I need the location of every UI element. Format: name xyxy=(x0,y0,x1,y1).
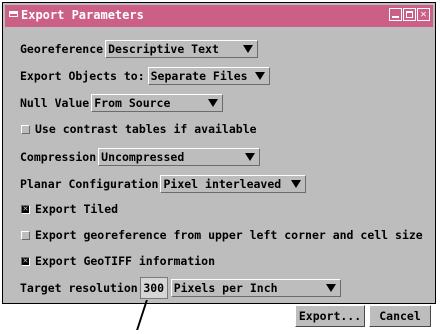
export-georeference-option[interactable]: Export georeference from upper left corn… xyxy=(17,225,423,245)
title-bar[interactable]: Export Parameters ✕ xyxy=(5,5,433,27)
callout-pointer xyxy=(136,300,148,330)
window-menu-icon[interactable] xyxy=(9,11,18,17)
contrast-option[interactable]: Use contrast tables if available xyxy=(17,119,257,139)
dropdown-arrow-icon[interactable] xyxy=(241,43,255,55)
export-tiled-option[interactable]: ✕ Export Tiled xyxy=(17,199,118,219)
resolution-unit-select[interactable]: Pixels per Inch xyxy=(170,279,341,297)
resolution-unit-value: Pixels per Inch xyxy=(173,281,278,295)
null-value-label: Null Value xyxy=(20,96,90,110)
checkbox-icon[interactable] xyxy=(21,230,30,240)
dropdown-arrow-icon[interactable] xyxy=(324,282,338,294)
null-value-value: From Source xyxy=(94,96,171,110)
dropdown-arrow-icon[interactable] xyxy=(289,178,303,190)
export-geotiff-label: Export GeoTIFF information xyxy=(35,254,216,268)
close-icon[interactable]: ✕ xyxy=(417,8,430,21)
export-geotiff-option[interactable]: ✕ Export GeoTIFF information xyxy=(17,251,215,271)
dropdown-arrow-icon[interactable] xyxy=(243,151,257,163)
planar-configuration-value: Pixel interleaved xyxy=(163,177,282,191)
maximize-icon[interactable] xyxy=(403,8,416,21)
target-resolution-row: Target resolution 300 Pixels per Inch xyxy=(20,277,341,299)
export-georeference-label: Export georeference from upper left corn… xyxy=(35,228,423,242)
null-value-row: Null Value From Source xyxy=(20,93,224,113)
target-resolution-label: Target resolution xyxy=(20,281,138,295)
minimize-icon[interactable] xyxy=(389,8,402,21)
dropdown-arrow-icon[interactable] xyxy=(253,70,267,82)
compression-value: Uncompressed xyxy=(101,150,185,164)
target-resolution-input[interactable]: 300 xyxy=(139,277,168,299)
georeference-value: Descriptive Text xyxy=(108,42,219,56)
planar-configuration-row: Planar Configuration Pixel interleaved xyxy=(20,174,307,194)
compression-label: Compression xyxy=(20,150,97,164)
compression-select[interactable]: Uncompressed xyxy=(98,148,261,166)
window-title: Export Parameters xyxy=(21,8,144,22)
checkbox-icon[interactable]: ✕ xyxy=(21,256,30,266)
export-objects-label: Export Objects to: xyxy=(20,69,145,83)
export-parameters-dialog: Export Parameters ✕ Georeference Descrip… xyxy=(2,2,436,327)
checkbox-icon[interactable]: ✕ xyxy=(21,204,30,214)
export-objects-row: Export Objects to: Separate Files xyxy=(20,66,270,86)
dropdown-arrow-icon[interactable] xyxy=(206,97,220,109)
export-objects-select[interactable]: Separate Files xyxy=(147,67,270,85)
null-value-select[interactable]: From Source xyxy=(91,94,224,112)
planar-configuration-select[interactable]: Pixel interleaved xyxy=(160,175,307,193)
georeference-select[interactable]: Descriptive Text xyxy=(105,40,259,58)
georeference-row: Georeference Descriptive Text xyxy=(20,39,259,59)
planar-configuration-label: Planar Configuration xyxy=(20,177,159,191)
export-tiled-label: Export Tiled xyxy=(35,202,119,216)
contrast-label: Use contrast tables if available xyxy=(35,122,257,136)
checkbox-icon[interactable] xyxy=(21,124,30,134)
export-objects-value: Separate Files xyxy=(150,69,248,83)
georeference-label: Georeference xyxy=(20,42,104,56)
compression-row: Compression Uncompressed xyxy=(20,147,261,167)
cancel-button[interactable]: Cancel xyxy=(369,305,431,327)
export-button[interactable]: Export... xyxy=(295,305,365,327)
